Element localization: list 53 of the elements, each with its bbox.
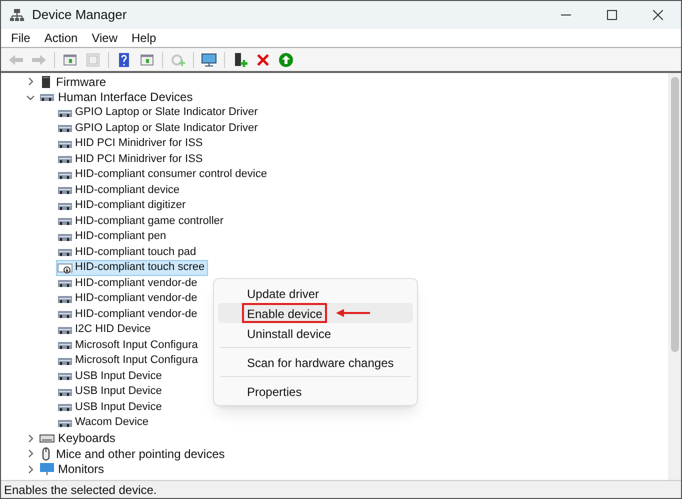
tree-category[interactable]: Mice and other pointing devices [56, 444, 225, 463]
device-add-icon [232, 52, 248, 68]
tree-item[interactable]: HID-compliant game controller [56, 214, 227, 229]
tree-item[interactable]: HID-compliant digitizer [56, 198, 189, 214]
monitor-icon [39, 462, 55, 476]
menu-item[interactable]: Properties [242, 381, 307, 401]
panel-icon [139, 52, 155, 68]
tree-item[interactable]: HID PCI Minidriver for ISS [56, 152, 206, 167]
tree-category[interactable]: Firmware [56, 73, 106, 91]
tree-item[interactable]: HID-compliant consumer control device [56, 167, 270, 182]
tree-item[interactable]: HID-compliant touch pad [56, 244, 200, 260]
scrollbar[interactable] [668, 73, 681, 480]
tree-item[interactable]: USB Input Device [56, 400, 165, 415]
arrow-up-circle-icon [278, 52, 294, 68]
tree-item[interactable]: HID-compliant device [56, 182, 183, 198]
tree-item[interactable]: USB Input Device [56, 368, 165, 384]
tree-item[interactable]: HID PCI Minidriver for ISS [56, 136, 206, 152]
network-icon [10, 8, 24, 22]
tree-category[interactable]: Human Interface Devices [58, 88, 193, 106]
tree-item[interactable]: Microsoft Input Configura [56, 338, 201, 353]
remove-icon [255, 52, 271, 68]
tree-item[interactable]: GPIO Laptop or Slate Indicator Driver [56, 120, 261, 136]
menu-item[interactable]: File [4, 29, 38, 47]
arrow-icon [335, 308, 372, 318]
status-text: Enables the selected device. [4, 482, 157, 498]
menu-item[interactable]: Update driver [242, 283, 324, 303]
tree-item[interactable]: Wacom Device [56, 415, 152, 430]
panel-icon [62, 52, 78, 68]
window-title: Device Manager [32, 6, 127, 24]
scrollbar-thumb[interactable] [670, 77, 678, 352]
tree-item[interactable]: HID-compliant vendor-de [56, 276, 200, 291]
menu-item[interactable]: Uninstall device [242, 323, 336, 343]
tree-category[interactable]: Keyboards [58, 429, 116, 448]
close-icon [653, 10, 663, 20]
chip-icon [39, 74, 53, 89]
tree-item[interactable]: HID-compliant pen [56, 229, 170, 244]
menu-item[interactable]: Help [124, 29, 164, 47]
tree-item[interactable]: I2C HID Device [56, 322, 154, 338]
window-icon [85, 52, 101, 68]
menu-item[interactable]: Enable device [242, 303, 328, 323]
menu-item[interactable]: View [84, 29, 124, 47]
tree-category[interactable]: Monitors [58, 460, 104, 478]
tree-item[interactable]: HID-compliant vendor-de [56, 291, 200, 306]
maximize-icon [607, 10, 617, 20]
monitor-icon [201, 52, 217, 68]
menu-item[interactable]: Action [37, 29, 85, 47]
help-icon [116, 52, 132, 68]
tree-item[interactable]: USB Input Device [56, 384, 165, 400]
tree-item[interactable]: HID-compliant vendor-de [56, 306, 200, 322]
device-disabled-icon [57, 260, 73, 275]
tree-item[interactable]: Microsoft Input Configura [56, 353, 201, 368]
menu-item[interactable]: Scan for hardware changes [242, 352, 399, 372]
tree-item[interactable]: GPIO Laptop or Slate Indicator Driver [56, 105, 261, 120]
